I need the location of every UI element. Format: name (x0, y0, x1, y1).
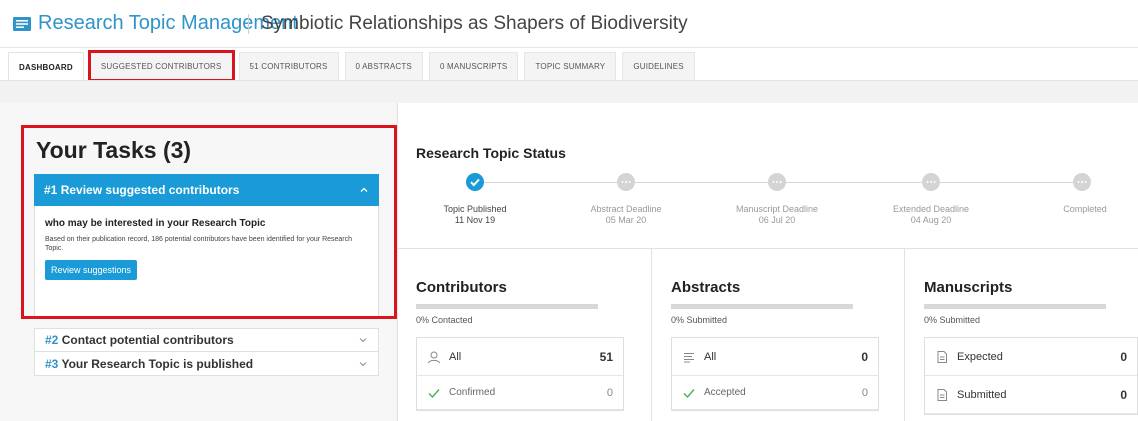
tab-dashboard[interactable]: DASHBOARD (8, 52, 84, 82)
check-icon (683, 388, 695, 398)
contributors-title: Contributors (416, 279, 507, 296)
step-5-pending-icon (1073, 173, 1091, 191)
task-1-header[interactable]: #1 Review suggested contributors (34, 174, 379, 206)
document-icon (937, 350, 947, 363)
step-3-label: Manuscript Deadline 06 Jul 20 (735, 204, 819, 225)
app-title[interactable]: Research Topic Management (12, 12, 298, 35)
document-icon (937, 388, 947, 401)
abstracts-progress-bar (671, 304, 853, 309)
topic-title: Symbiotic Relationships as Shapers of Bi… (261, 13, 688, 34)
status-title: Research Topic Status (416, 145, 566, 161)
step-3-pending-icon (768, 173, 786, 191)
list-icon (684, 352, 694, 362)
abstracts-row-all[interactable]: All 0 (672, 338, 878, 376)
contributors-confirmed-value: 0 (606, 386, 613, 399)
check-icon (428, 388, 440, 398)
app-title-text: Research Topic Management (38, 12, 298, 34)
abstracts-progress-text: 0% Submitted (671, 315, 728, 325)
tab-suggested-contributors[interactable]: SUGGESTED CONTRIBUTORS (87, 50, 235, 82)
manuscripts-table: Expected 0 Submitted 0 (924, 337, 1138, 415)
abstracts-all-label: All (704, 350, 717, 363)
task-1-title: #1 Review suggested contributors (44, 183, 240, 197)
task-3-title: #3 Your Research Topic is published (45, 356, 254, 371)
manuscripts-row-expected[interactable]: Expected 0 (925, 338, 1137, 376)
user-icon (428, 351, 440, 363)
contributors-progress-text: 0% Contacted (416, 315, 473, 325)
contributors-all-value: 51 (599, 349, 613, 364)
manuscripts-submitted-value: 0 (1120, 387, 1127, 402)
app-header: Research Topic Management Symbiotic Rela… (0, 0, 1138, 48)
manuscripts-card: Manuscripts 0% Submitted Expected 0 Subm… (906, 249, 1138, 421)
step-5-label: Completed (1063, 204, 1107, 214)
step-1-label: Topic Published 11 Nov 19 (443, 204, 507, 225)
step-2-label: Abstract Deadline 05 Mar 20 (590, 204, 662, 225)
task-2-title: #2 Contact potential contributors (45, 333, 234, 347)
tab-contributors[interactable]: 51 CONTRIBUTORS (238, 52, 339, 80)
chevron-up-icon (360, 187, 368, 192)
manuscripts-row-submitted[interactable]: Submitted 0 (925, 376, 1137, 414)
step-4-pending-icon (922, 173, 940, 191)
manuscripts-submitted-label: Submitted (957, 388, 1007, 401)
task-1-body: who may be interested in your Research T… (34, 206, 379, 316)
abstracts-accepted-value: 0 (861, 386, 868, 399)
tab-abstracts[interactable]: 0 ABSTRACTS (344, 52, 423, 80)
tab-manuscripts[interactable]: 0 MANUSCRIPTS (428, 52, 519, 80)
step-1-check-icon (466, 173, 484, 191)
task-1-description: Based on their publication record, 186 p… (45, 236, 353, 253)
contributors-row-all[interactable]: All 51 (417, 338, 623, 376)
tab-guidelines[interactable]: GUIDELINES (622, 52, 695, 80)
contributors-progress-bar (416, 304, 598, 309)
review-suggestions-button[interactable]: Review suggestions (45, 259, 138, 280)
task-2-header[interactable]: #2 Contact potential contributors (34, 328, 379, 352)
contributors-row-confirmed[interactable]: Confirmed 0 (417, 376, 623, 410)
abstracts-accepted-label: Accepted (704, 387, 746, 398)
manuscripts-expected-value: 0 (1120, 349, 1127, 364)
contributors-confirmed-label: Confirmed (449, 387, 496, 398)
abstracts-card: Abstracts 0% Submitted All 0 Accepted 0 (653, 249, 905, 421)
manuscripts-title: Manuscripts (924, 279, 1013, 296)
tasks-title: Your Tasks (3) (36, 137, 192, 163)
abstracts-row-accepted[interactable]: Accepted 0 (672, 376, 878, 410)
abstracts-title: Abstracts (671, 279, 741, 296)
title-separator (248, 14, 249, 34)
topic-management-icon (13, 16, 31, 31)
tab-topic-summary[interactable]: TOPIC SUMMARY (524, 52, 617, 80)
contributors-all-label: All (449, 350, 462, 363)
contributors-card: Contributors 0% Contacted All 51 Confirm… (398, 249, 652, 421)
tab-bar: DASHBOARD SUGGESTED CONTRIBUTORS 51 CONT… (8, 50, 701, 82)
chevron-down-icon (359, 361, 367, 366)
step-2-pending-icon (617, 173, 635, 191)
task-3-header[interactable]: #3 Your Research Topic is published (34, 352, 379, 376)
abstracts-all-value: 0 (861, 349, 868, 364)
task-1-subtitle: who may be interested in your Research T… (45, 218, 266, 229)
step-4-label: Extended Deadline 04 Aug 20 (892, 204, 970, 225)
manuscripts-expected-label: Expected (957, 350, 1003, 363)
contributors-table: All 51 Confirmed 0 (416, 337, 624, 411)
manuscripts-progress-text: 0% Submitted (924, 315, 981, 325)
manuscripts-progress-bar (924, 304, 1106, 309)
abstracts-table: All 0 Accepted 0 (671, 337, 879, 411)
tasks-accordion: #1 Review suggested contributors who may… (34, 174, 379, 376)
chevron-down-icon (359, 338, 367, 343)
